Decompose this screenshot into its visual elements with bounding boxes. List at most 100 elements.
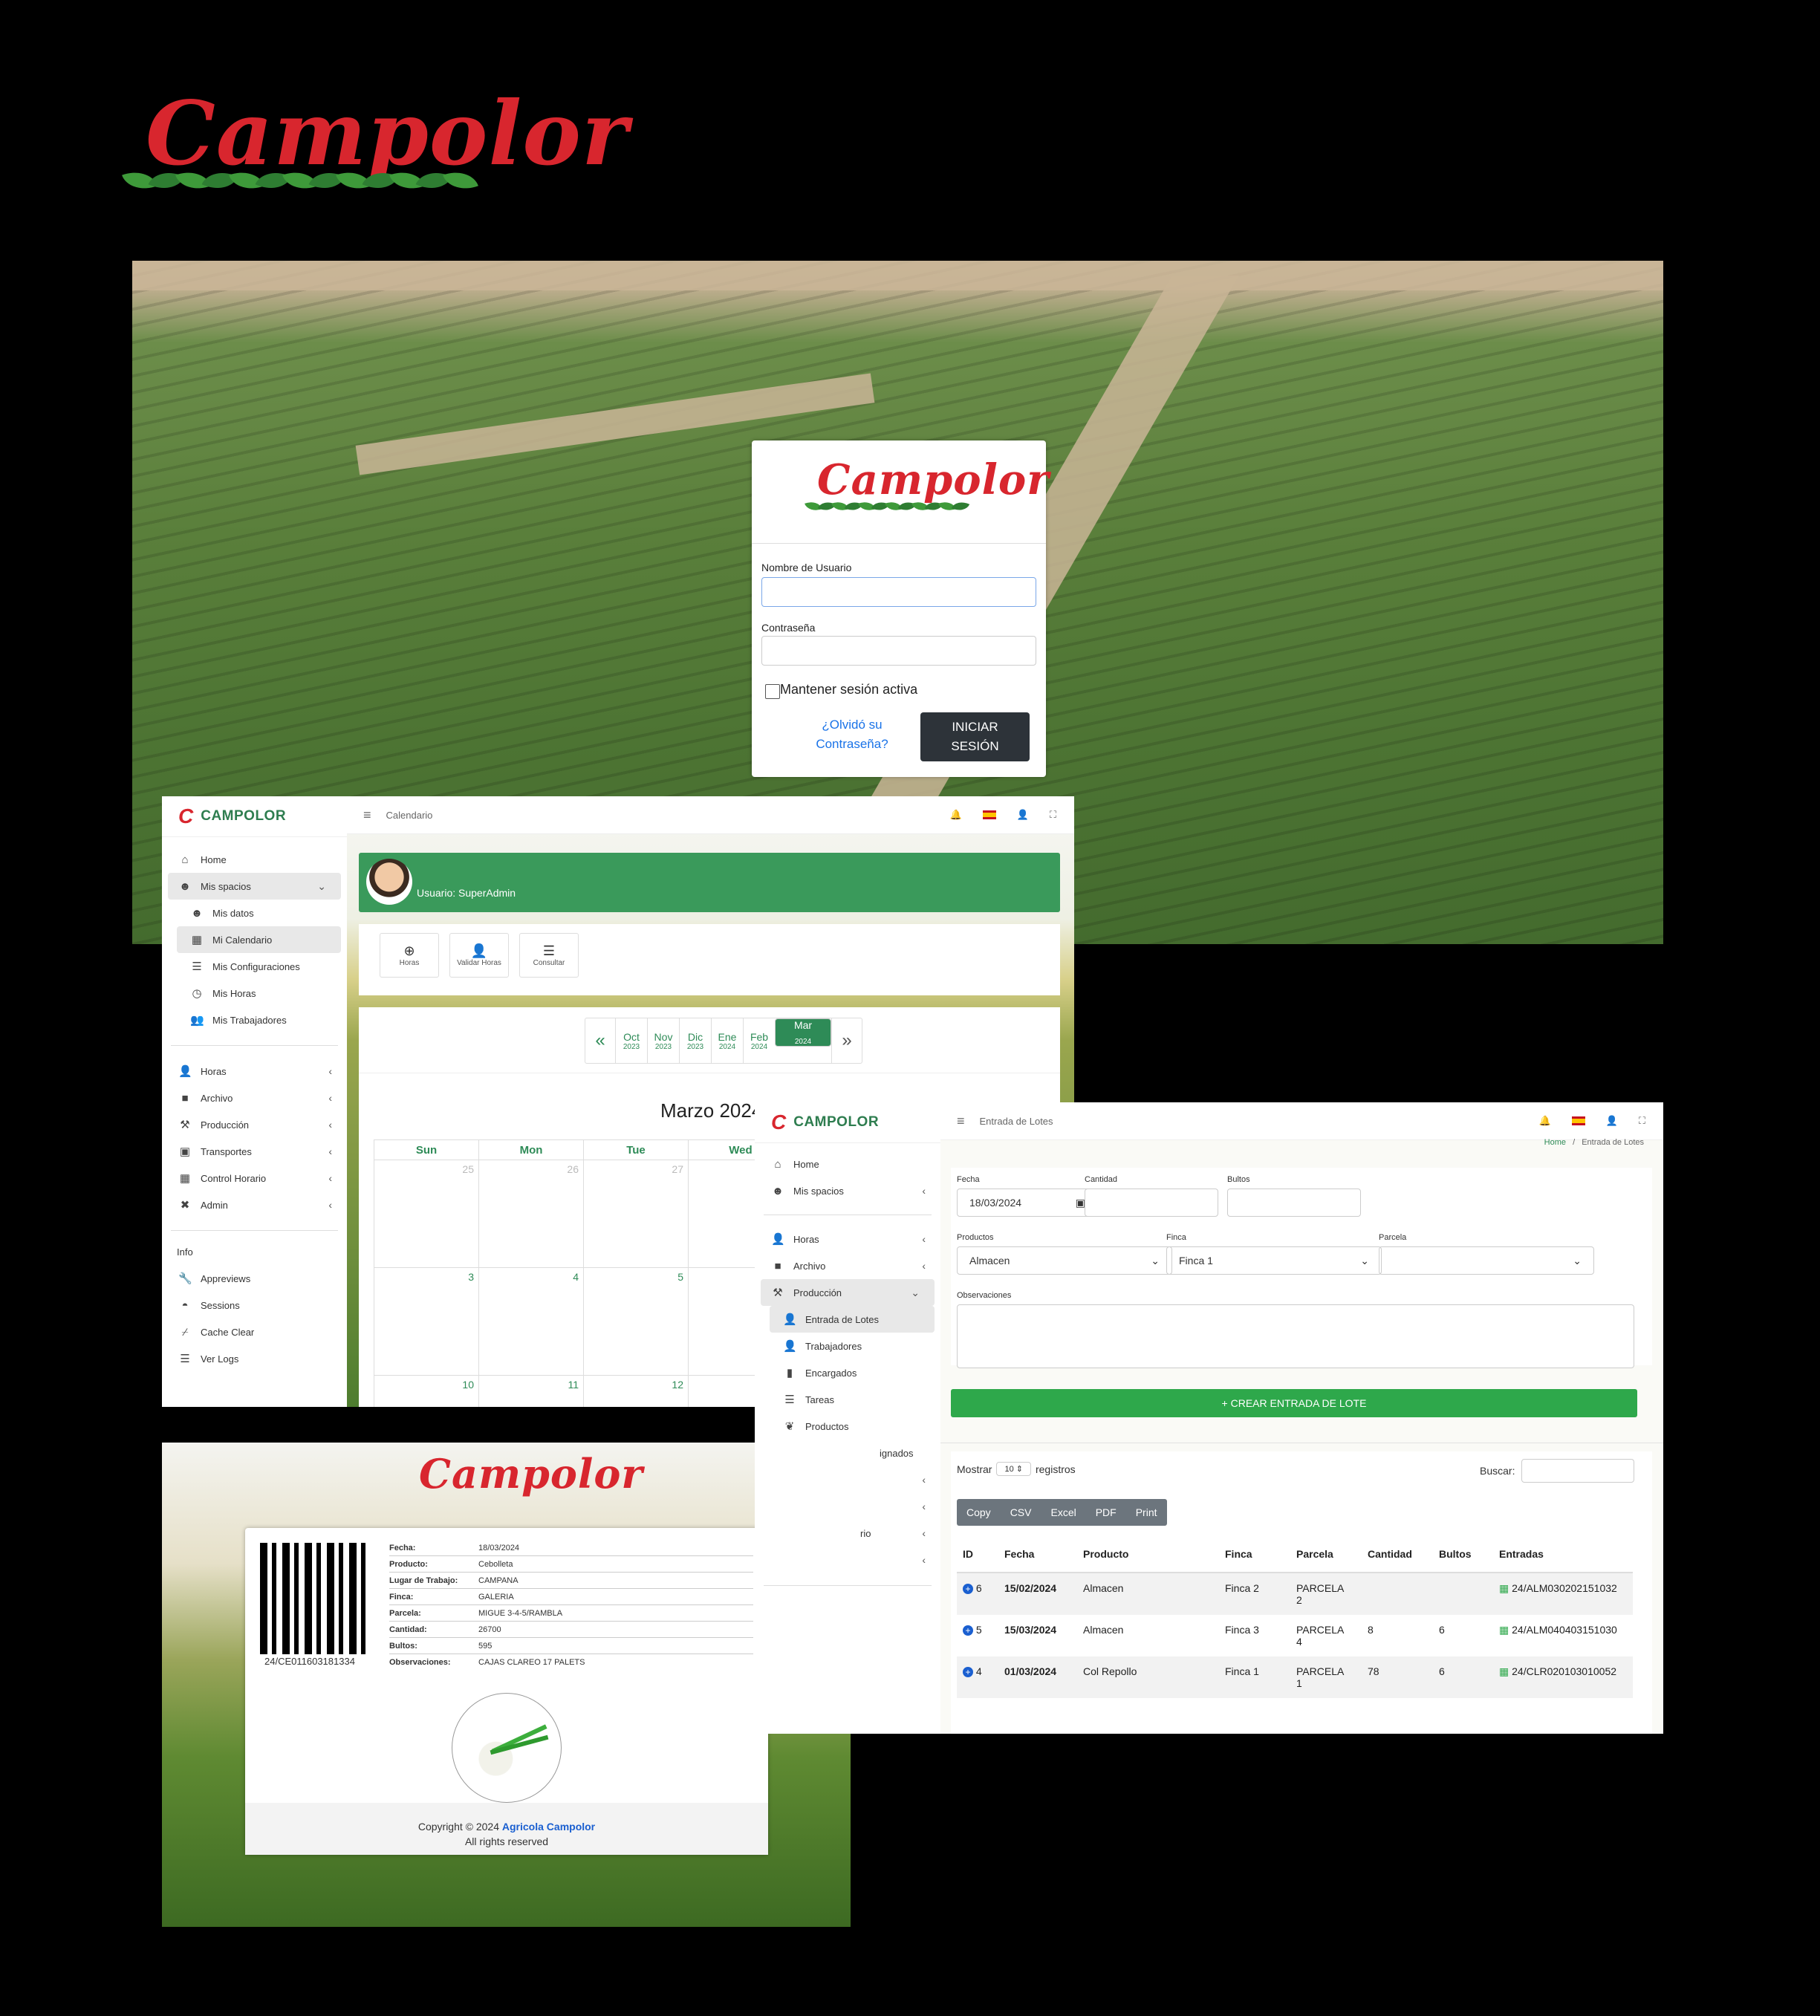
sidebar-item-mis-configuraciones[interactable]: ☰ Mis Configuraciones <box>162 953 347 980</box>
spain-flag-icon[interactable] <box>982 810 996 819</box>
page-length-select[interactable]: 10 ⇕ <box>996 1462 1031 1476</box>
bell-icon[interactable]: 🔔 <box>950 809 962 821</box>
expand-row-icon[interactable]: + <box>963 1667 973 1677</box>
sidebar-item-tareas[interactable]: ☰ Tareas <box>755 1386 940 1413</box>
month-feb[interactable]: Feb 2024 <box>743 1018 775 1063</box>
expand-row-icon[interactable]: + <box>963 1584 973 1594</box>
print-button[interactable]: Print <box>1125 1499 1167 1526</box>
sidebar-item-produccion[interactable]: ⚒ Producción ‹ <box>162 1111 347 1138</box>
sidebar-item-partial[interactable]: ignados <box>755 1440 940 1466</box>
bultos-input[interactable] <box>1227 1189 1361 1217</box>
user-icon[interactable]: 👤 <box>1017 809 1029 821</box>
sidebar-item-mi-calendario[interactable]: ▦ Mi Calendario <box>177 926 341 953</box>
sidebar-item-mis-spacios[interactable]: ☻ Mis spacios ‹ <box>755 1177 940 1204</box>
fullscreen-icon[interactable]: ⛶ <box>1639 1115 1645 1127</box>
validar-horas-tile[interactable]: 👤 Validar Horas <box>449 933 509 978</box>
sidebar-item-mis-spacios[interactable]: ☻ Mis spacios ⌄ <box>168 873 341 900</box>
sidebar-item-home[interactable]: ⌂ Home <box>162 846 347 873</box>
col-cantidad[interactable]: Cantidad <box>1362 1536 1433 1573</box>
table-row[interactable]: + 6 15/02/2024 Almacen Finca 2 PARCELA 2 … <box>957 1573 1633 1615</box>
expand-row-icon[interactable]: + <box>963 1625 973 1636</box>
sidebar-item-transportes[interactable]: ▣ Transportes ‹ <box>162 1138 347 1165</box>
table-row[interactable]: + 5 15/03/2024 Almacen Finca 3 PARCELA 4 … <box>957 1615 1633 1656</box>
password-input[interactable] <box>761 636 1036 666</box>
qr-small-icon[interactable]: ▦ <box>1499 1665 1509 1677</box>
sidebar-item-collapsed[interactable]: ‹ <box>755 1466 940 1493</box>
sidebar-item-admin[interactable]: ✖ Admin ‹ <box>162 1191 347 1218</box>
month-mar[interactable]: Mar 2024 <box>775 1018 831 1047</box>
copy-button[interactable]: Copy <box>957 1499 1001 1526</box>
remember-checkbox[interactable] <box>765 684 780 699</box>
username-input[interactable] <box>761 577 1036 607</box>
sidebar-item-horas[interactable]: 👤 Horas ‹ <box>755 1226 940 1252</box>
company-link[interactable]: Agricola Campolor <box>502 1821 595 1833</box>
sidebar-item-archivo[interactable]: ■ Archivo ‹ <box>162 1085 347 1111</box>
parcela-select[interactable]: ⌄ <box>1379 1246 1594 1275</box>
breadcrumb-home[interactable]: Home <box>1544 1138 1566 1147</box>
calendar-day[interactable]: 25 <box>374 1160 479 1268</box>
calendar-day[interactable]: 27 <box>583 1160 689 1268</box>
sidebar-item-collapsed[interactable]: ‹ <box>755 1493 940 1520</box>
menu-icon[interactable]: ≡ <box>957 1113 965 1129</box>
qr-small-icon[interactable]: ▦ <box>1499 1624 1509 1636</box>
calendar-day[interactable]: 26 <box>478 1160 584 1268</box>
sidebar-item-mis-horas[interactable]: ◷ Mis Horas <box>162 980 347 1007</box>
excel-button[interactable]: Excel <box>1041 1499 1086 1526</box>
sidebar-item-entrada-de-lotes[interactable]: 👤 Entrada de Lotes <box>770 1306 935 1333</box>
month-nov[interactable]: Nov 2023 <box>647 1018 679 1063</box>
qr-small-icon[interactable]: ▦ <box>1499 1582 1509 1594</box>
calendar-day[interactable]: 10 <box>374 1375 479 1407</box>
col-parcela[interactable]: Parcela <box>1290 1536 1362 1573</box>
calendar-day[interactable]: 11 <box>478 1375 584 1407</box>
sidebar-item-partial[interactable]: rio ‹ <box>755 1520 940 1547</box>
month-oct[interactable]: Oct 2023 <box>615 1018 647 1063</box>
calendar-day[interactable]: 3 <box>374 1267 479 1376</box>
prev-month-button[interactable]: « <box>585 1018 615 1063</box>
sidebar-item-mis-trabajadores[interactable]: 👥 Mis Trabajadores <box>162 1007 347 1033</box>
col-producto[interactable]: Producto <box>1077 1536 1219 1573</box>
col-bultos[interactable]: Bultos <box>1433 1536 1493 1573</box>
sidebar-item-appreviews[interactable]: 🔧 Appreviews <box>162 1265 347 1292</box>
sidebar-item-home[interactable]: ⌂ Home <box>755 1151 940 1177</box>
observaciones-textarea[interactable] <box>957 1304 1634 1368</box>
col-finca[interactable]: Finca <box>1219 1536 1290 1573</box>
sidebar-item-control-horario[interactable]: ▦ Control Horario ‹ <box>162 1165 347 1191</box>
consultar-tile[interactable]: ☰ Consultar <box>519 933 579 978</box>
spain-flag-icon[interactable] <box>1571 1116 1585 1125</box>
csv-button[interactable]: CSV <box>1000 1499 1041 1526</box>
sidebar-item-collapsed[interactable]: ‹ <box>755 1547 940 1573</box>
col-id[interactable]: ID <box>957 1536 998 1573</box>
crear-entrada-button[interactable]: + CREAR ENTRADA DE LOTE <box>951 1389 1637 1417</box>
menu-icon[interactable]: ≡ <box>363 807 371 823</box>
sidebar-item-ver-logs[interactable]: ☰ Ver Logs <box>162 1345 347 1372</box>
month-ene[interactable]: Ene 2024 <box>711 1018 743 1063</box>
sidebar-item-mis-datos[interactable]: ☻ Mis datos <box>162 900 347 926</box>
search-input[interactable] <box>1521 1459 1634 1483</box>
next-month-button[interactable]: » <box>831 1018 862 1063</box>
sidebar-item-archivo[interactable]: ■ Archivo ‹ <box>755 1252 940 1279</box>
sidebar-item-productos[interactable]: ❦ Productos <box>755 1413 940 1440</box>
col-entradas[interactable]: Entradas <box>1493 1536 1633 1573</box>
horas-tile[interactable]: ⊕ Horas <box>380 933 439 978</box>
fecha-input[interactable]: 18/03/2024 ▣ <box>957 1189 1098 1217</box>
fullscreen-icon[interactable]: ⛶ <box>1050 809 1056 821</box>
productos-select[interactable]: Almacen ⌄ <box>957 1246 1172 1275</box>
pdf-button[interactable]: PDF <box>1085 1499 1126 1526</box>
sidebar-item-trabajadores[interactable]: 👤 Trabajadores <box>755 1333 940 1359</box>
calendar-day[interactable]: 12 <box>583 1375 689 1407</box>
sidebar-item-sessions[interactable]: ◓ Sessions <box>162 1292 347 1318</box>
sidebar-item-horas[interactable]: 👤 Horas ‹ <box>162 1058 347 1085</box>
calendar-day[interactable]: 4 <box>478 1267 584 1376</box>
bell-icon[interactable]: 🔔 <box>1539 1115 1551 1127</box>
month-dic[interactable]: Dic 2023 <box>679 1018 711 1063</box>
calendar-day[interactable]: 5 <box>583 1267 689 1376</box>
user-icon[interactable]: 👤 <box>1606 1115 1618 1127</box>
col-fecha[interactable]: Fecha <box>998 1536 1077 1573</box>
sidebar-item-produccion[interactable]: ⚒ Producción ⌄ <box>761 1279 935 1306</box>
sidebar-item-cache-clear[interactable]: ⌿ Cache Clear <box>162 1318 347 1345</box>
sidebar-item-encargados[interactable]: ▮ Encargados <box>755 1359 940 1386</box>
forgot-password-link[interactable]: ¿Olvidó su Contraseña? <box>796 715 908 754</box>
finca-select[interactable]: Finca 1 ⌄ <box>1166 1246 1382 1275</box>
cantidad-input[interactable] <box>1085 1189 1218 1217</box>
table-row[interactable]: + 4 01/03/2024 Col Repollo Finca 1 PARCE… <box>957 1656 1633 1698</box>
